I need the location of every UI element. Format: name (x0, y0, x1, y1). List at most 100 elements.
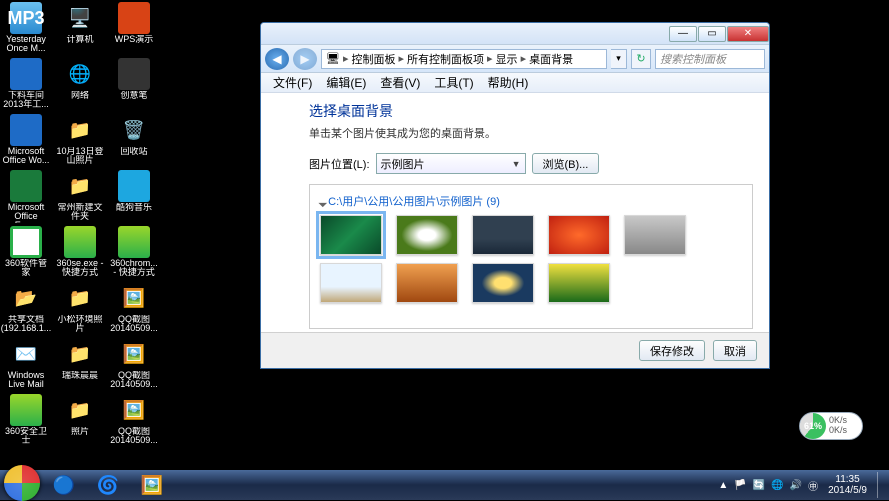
wallpaper-thumb-5[interactable] (624, 215, 686, 255)
icon-label: 360软件管家 (2, 259, 50, 277)
file-icon (10, 114, 42, 146)
file-icon: MP3 (10, 2, 42, 34)
file-icon (118, 114, 150, 146)
desktop-icon[interactable]: 小松环境照片 (56, 282, 104, 337)
minimize-button[interactable]: — (669, 26, 697, 42)
file-icon (118, 394, 150, 426)
tray-ime-icon[interactable]: ㊥ (808, 478, 818, 493)
battery-speed-widget[interactable]: 61% 0K/s0K/s (799, 412, 863, 440)
refresh-button[interactable]: ↻ (631, 49, 651, 69)
desktop-icon[interactable]: WPS演示 (110, 2, 158, 57)
desktop-icon[interactable]: QQ截图20140509... (110, 282, 158, 337)
file-icon (10, 394, 42, 426)
tray-net-icon[interactable]: 🌐 (771, 480, 783, 491)
desktop-icon[interactable]: 10月13日登山照片 (56, 114, 104, 169)
desktop-icon[interactable]: 360安全卫士 (2, 394, 50, 449)
tray-flag-icon[interactable]: 🏳️ (734, 480, 746, 491)
address-bar: ◀ ▶ 🖥 ▸控制面板 ▸所有控制面板项 ▸显示 ▸桌面背景 ▾ ↻ 搜索控制面… (261, 45, 769, 73)
icon-label: WPS演示 (115, 35, 154, 44)
icon-label: 10月13日登山照片 (56, 147, 104, 165)
wallpaper-thumb-9[interactable] (548, 263, 610, 303)
desktop-icon[interactable]: 照片 (56, 394, 104, 449)
icon-label: 计算机 (66, 35, 93, 44)
maximize-button[interactable]: ▭ (698, 26, 726, 42)
icon-label: 共享文档(192.168.1... (1, 315, 52, 333)
start-button[interactable] (4, 465, 40, 501)
taskbar-app-1[interactable]: 🔵 (44, 472, 84, 498)
forward-button[interactable]: ▶ (293, 48, 317, 70)
taskbar-app-3[interactable]: 🖼️ (132, 472, 172, 498)
file-icon (10, 282, 42, 314)
clock[interactable]: 11:35 2014/5/9 (824, 474, 871, 496)
desktop-icon[interactable]: 常州新建文件夹 (56, 170, 104, 225)
desktop-icon[interactable]: 共享文档(192.168.1... (2, 282, 50, 337)
gallery-path[interactable]: C:\用户\公用\公用图片\示例图片 (9) (320, 193, 742, 209)
close-button[interactable]: ✕ (727, 26, 769, 42)
clock-date: 2014/5/9 (828, 485, 867, 496)
icon-label: 常州新建文件夹 (56, 203, 104, 221)
file-icon (118, 226, 150, 258)
desktop-icons-grid: MP3Yesterday Once M... 计算机 WPS演示下料车间2013年工… (0, 0, 160, 449)
breadcrumb[interactable]: 🖥 ▸控制面板 ▸所有控制面板项 ▸显示 ▸桌面背景 (321, 49, 607, 69)
dialog-footer: 保存修改 取消 (261, 332, 769, 368)
titlebar[interactable]: — ▭ ✕ (261, 23, 769, 45)
crumb-display[interactable]: 显示 (496, 51, 518, 67)
wallpaper-thumb-1[interactable] (320, 215, 382, 255)
desktop-icon[interactable]: 回收站 (110, 114, 158, 169)
cancel-button[interactable]: 取消 (713, 340, 757, 361)
show-desktop-button[interactable] (877, 472, 885, 498)
wallpaper-thumb-8[interactable] (472, 263, 534, 303)
file-icon (64, 338, 96, 370)
desktop-icon[interactable]: MP3Yesterday Once M... (2, 2, 50, 57)
search-input[interactable]: 搜索控制面板 (655, 49, 765, 69)
wallpaper-thumb-6[interactable] (320, 263, 382, 303)
file-icon (118, 58, 150, 90)
taskbar-app-2[interactable]: 🌀 (88, 472, 128, 498)
wallpaper-thumb-2[interactable] (396, 215, 458, 255)
menu-edit[interactable]: 编辑(E) (320, 72, 372, 93)
save-button[interactable]: 保存修改 (639, 340, 705, 361)
file-icon (118, 338, 150, 370)
pic-location-value: 示例图片 (381, 156, 425, 172)
desktop-icon[interactable]: 360se.exe - 快捷方式 (56, 226, 104, 281)
desktop-icon[interactable]: 下料车间2013年工... (2, 58, 50, 113)
desktop-icon[interactable]: 360chrom... - 快捷方式 (110, 226, 158, 281)
desktop-icon[interactable]: 360软件管家 (2, 226, 50, 281)
menu-help[interactable]: 帮助(H) (482, 72, 535, 93)
browse-button[interactable]: 浏览(B)... (532, 153, 600, 174)
crumb-all-items[interactable]: 所有控制面板项 (407, 51, 484, 67)
menu-file[interactable]: 文件(F) (267, 72, 318, 93)
pic-location-select[interactable]: 示例图片 ▼ (376, 153, 526, 174)
desktop-icon[interactable]: QQ截图20140509... (110, 338, 158, 393)
tray-sync-icon[interactable]: 🔄 (753, 480, 765, 491)
desktop-icon[interactable]: 瑞珠晨晨 (56, 338, 104, 393)
desktop-icon[interactable]: QQ截图20140509... (110, 394, 158, 449)
desktop-icon[interactable]: 酷狗音乐 (110, 170, 158, 225)
crumb-control-panel[interactable]: 控制面板 (352, 51, 396, 67)
desktop-icon[interactable]: 计算机 (56, 2, 104, 57)
desktop-icon[interactable]: 网络 (56, 58, 104, 113)
wallpaper-thumb-4[interactable] (548, 215, 610, 255)
icon-label: 下料车间2013年工... (2, 91, 50, 109)
file-icon (10, 226, 42, 258)
page-heading: 选择桌面背景 (309, 101, 753, 121)
menu-tools[interactable]: 工具(T) (428, 72, 479, 93)
desktop-icon[interactable]: Windows Live Mail (2, 338, 50, 393)
wallpaper-thumb-3[interactable] (472, 215, 534, 255)
icon-label: 360se.exe - 快捷方式 (56, 259, 104, 277)
icon-label: 360chrom... - 快捷方式 (110, 259, 158, 277)
tray-up-icon[interactable]: ▲ (718, 480, 728, 491)
back-button[interactable]: ◀ (265, 48, 289, 70)
file-icon (10, 58, 42, 90)
file-icon (10, 338, 42, 370)
icon-label: QQ截图20140509... (110, 371, 158, 389)
menu-view[interactable]: 查看(V) (374, 72, 426, 93)
wallpaper-thumb-7[interactable] (396, 263, 458, 303)
icon-label: 回收站 (120, 147, 147, 156)
address-dropdown[interactable]: ▾ (611, 49, 627, 69)
desktop-icon[interactable]: Microsoft Office Wo... (2, 114, 50, 169)
desktop-icon[interactable]: Microsoft Office Exc... (2, 170, 50, 225)
crumb-background[interactable]: 桌面背景 (529, 51, 573, 67)
desktop-icon[interactable]: 创意笔 (110, 58, 158, 113)
tray-sound-icon[interactable]: 🔊 (790, 480, 802, 491)
